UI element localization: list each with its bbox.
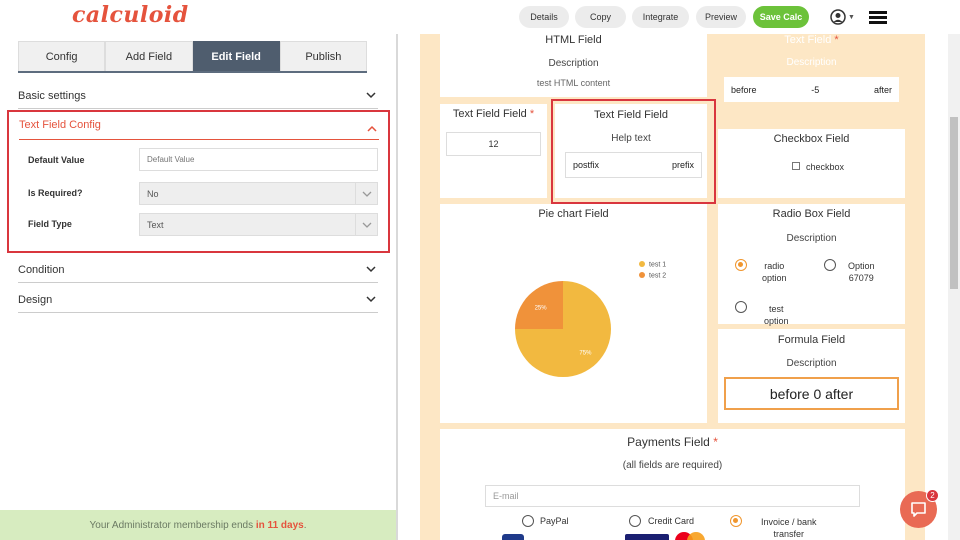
legend-marker-1	[639, 261, 645, 267]
user-icon[interactable]	[830, 9, 846, 25]
editor-tabs: Config Add Field Edit Field Publish	[18, 41, 367, 73]
config-divider	[19, 139, 379, 140]
basic-settings-section[interactable]: Basic settings	[18, 83, 378, 109]
email-input[interactable]: E-mail	[485, 485, 860, 507]
text-field-field-title: Text Field Field *	[452, 108, 535, 120]
html-field-title: HTML Field	[545, 34, 602, 46]
text-field-config-title[interactable]: Text Field Config	[19, 119, 101, 131]
pie-slice-label-2: 25%	[535, 306, 548, 312]
radio-option-2[interactable]	[824, 259, 836, 271]
default-value-input[interactable]	[139, 148, 378, 171]
legend-marker-2	[639, 272, 645, 278]
after-label: after	[873, 84, 892, 95]
design-label: Design	[18, 293, 53, 306]
checkbox-input[interactable]	[792, 162, 800, 170]
payments-field-card[interactable]: Payments Field * (all fields are require…	[440, 429, 905, 540]
save-calc-button[interactable]: Save Calc	[753, 6, 809, 28]
select-chevron-icon	[355, 183, 377, 204]
html-field-content: test HTML content	[536, 78, 611, 88]
copy-button[interactable]: Copy	[575, 6, 626, 28]
paypal-radio[interactable]	[522, 515, 534, 527]
text-field-field-card[interactable]: Text Field Field * 12	[440, 104, 547, 198]
text-field-description: Description	[786, 57, 837, 68]
membership-suffix: .	[303, 519, 307, 531]
radio-option-3-label: test option	[764, 304, 789, 326]
field-type-select[interactable]: Text	[139, 213, 378, 236]
is-required-label: Is Required?	[28, 188, 83, 198]
scrollbar-thumb[interactable]	[950, 117, 958, 289]
visa-logo-icon	[625, 534, 669, 540]
legend-label-1: test 1	[649, 262, 666, 269]
membership-days: in 11 days	[255, 519, 304, 531]
formula-field-card[interactable]: Formula Field Description before 0 after	[718, 329, 905, 423]
top-bar: calculoid Details Copy Integrate Preview…	[0, 0, 960, 34]
formula-field-title: Formula Field	[777, 334, 846, 346]
select-chevron-icon	[355, 214, 377, 235]
tab-edit-field[interactable]: Edit Field	[192, 41, 280, 71]
chevron-down-icon	[366, 92, 376, 99]
radio-option-1[interactable]	[735, 259, 747, 271]
chat-badge: 2	[926, 489, 939, 502]
invoice-radio[interactable]	[730, 515, 742, 527]
calculoid-logo[interactable]: calculoid	[72, 2, 189, 28]
is-required-select[interactable]: No	[139, 182, 378, 205]
chevron-down-icon	[366, 296, 376, 303]
before-label: before	[731, 84, 757, 95]
checkbox-label: checkbox	[806, 162, 845, 172]
integrate-button[interactable]: Integrate	[632, 6, 689, 28]
html-field-card[interactable]: HTML Field Description test HTML content	[440, 34, 707, 97]
field-type-label: Field Type	[28, 219, 72, 229]
radio-option-2-label: Option 67079	[848, 261, 875, 283]
tab-add-field[interactable]: Add Field	[105, 41, 193, 71]
radio-box-title: Radio Box Field	[772, 208, 851, 220]
panel-divider[interactable]	[396, 34, 398, 540]
text-field-title: Text Field *	[784, 34, 839, 46]
credit-card-label: Credit Card	[648, 516, 695, 526]
basic-settings-label: Basic settings	[18, 89, 86, 102]
pie-slice-label-1: 75%	[579, 350, 592, 356]
paypal-logo-icon	[502, 534, 524, 540]
tab-publish[interactable]: Publish	[279, 41, 367, 71]
condition-section[interactable]: Condition	[18, 257, 378, 283]
is-required-value: No	[147, 188, 159, 199]
payments-field-title: Payments Field *	[627, 435, 718, 449]
invoice-label: Invoice / bank transfer	[761, 517, 817, 539]
text-field-value: -5	[811, 84, 820, 95]
user-caret-icon[interactable]: ▼	[848, 14, 855, 21]
design-section[interactable]: Design	[18, 287, 378, 313]
default-value-label: Default Value	[28, 155, 85, 165]
radio-box-field-card[interactable]: Radio Box Field Description radio option …	[718, 204, 905, 326]
membership-prefix: Your Administrator membership ends	[89, 519, 254, 531]
chevron-up-icon[interactable]	[367, 124, 377, 134]
text-field-input[interactable]: before -5 after	[724, 77, 899, 102]
paypal-label: PayPal	[540, 516, 569, 526]
tab-config[interactable]: Config	[18, 41, 106, 71]
hamburger-icon[interactable]	[869, 11, 887, 25]
credit-card-radio[interactable]	[629, 515, 641, 527]
radio-option-3[interactable]	[735, 301, 747, 313]
formula-field-description: Description	[786, 358, 837, 369]
html-field-description: Description	[548, 58, 599, 69]
text-field-config-panel: Text Field Config Default Value Is Requi…	[7, 110, 390, 253]
payments-field-description: (all fields are required)	[622, 460, 723, 471]
text-field-field-input[interactable]: 12	[446, 132, 541, 156]
selected-field-highlight	[551, 99, 716, 204]
radio-box-description: Description	[786, 233, 837, 244]
radio-option-1-label: radio option	[762, 261, 787, 283]
checkbox-field-card[interactable]: Checkbox Field checkbox	[718, 129, 905, 198]
preview-button[interactable]: Preview	[696, 6, 746, 28]
details-button[interactable]: Details	[519, 6, 569, 28]
chat-icon	[911, 502, 926, 517]
legend-label-2: test 2	[649, 273, 666, 280]
checkbox-field-title: Checkbox Field	[773, 133, 850, 145]
field-type-value: Text	[147, 219, 164, 230]
pie-chart: 75% 25% test 1 test 2	[515, 261, 666, 377]
membership-banner: Your Administrator membership ends in 11…	[0, 510, 396, 540]
mastercard-logo-icon	[687, 532, 705, 540]
chevron-down-icon	[366, 266, 376, 273]
formula-result: before 0 after	[724, 377, 899, 410]
pie-chart-field-card: Pie chart Field 75% 25% test 1 test 2	[440, 204, 707, 423]
condition-label: Condition	[18, 263, 65, 276]
